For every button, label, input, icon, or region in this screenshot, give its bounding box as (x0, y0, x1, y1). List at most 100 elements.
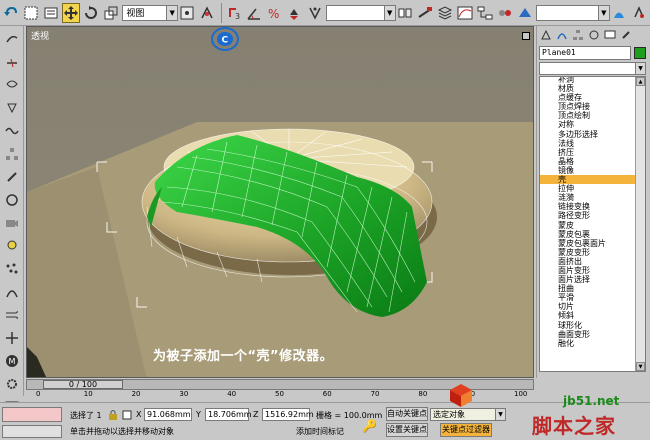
bone-icon[interactable] (3, 168, 21, 186)
modifier-list-item[interactable]: 多边形选择 (540, 130, 636, 139)
selection-lock-icon[interactable] (108, 409, 118, 421)
angle-snap-icon[interactable] (245, 3, 263, 23)
mirror-icon[interactable] (396, 3, 414, 23)
viewport-gizmo[interactable] (522, 32, 530, 40)
render-last-icon[interactable] (630, 3, 648, 23)
modifier-list-item[interactable]: 面挤出 (540, 257, 636, 266)
auto-key-button[interactable]: 自动关键点 (386, 407, 428, 421)
y-coordinate-field[interactable]: 18.706mm (205, 408, 252, 421)
gear-icon[interactable] (3, 375, 21, 393)
bind-space-warp-icon[interactable] (3, 76, 21, 94)
modifier-list-item[interactable]: 蒙皮包裹 (540, 230, 636, 239)
modifier-list-item[interactable]: 蒙皮变形 (540, 248, 636, 257)
particle-icon[interactable] (3, 260, 21, 278)
camera-icon[interactable] (3, 214, 21, 232)
modifier-list-item[interactable]: 镜像 (540, 166, 636, 175)
z-coordinate-field[interactable]: 1516.92mm (262, 408, 314, 421)
modifier-list-item[interactable]: 补洞 (540, 77, 636, 84)
modifier-list-item[interactable]: 涟漪 (540, 193, 636, 202)
wind-icon[interactable] (3, 306, 21, 324)
modifier-list-item[interactable]: 材质 (540, 84, 636, 93)
modifier-list[interactable]: 补洞 材质 点缓存 顶点焊接 顶点绘制 对称 多边形选择 法线 挤压 晶格 镜像壳拉伸 涟漪 链接变换路… (539, 76, 646, 372)
modifier-list-item[interactable]: 点缓存 (540, 93, 636, 102)
time-slider-thumb[interactable]: 0 / 100 (43, 380, 123, 389)
material-editor-icon[interactable] (496, 3, 514, 23)
shape-icon[interactable] (3, 283, 21, 301)
object-color-swatch[interactable] (634, 47, 646, 59)
utilities-icon[interactable] (3, 191, 21, 209)
perspective-viewport[interactable]: 透视 C 为被子添加一个“壳”修改器。 (26, 26, 534, 378)
modifier-list-item[interactable]: 蒙皮包裹面片 (540, 239, 636, 248)
modifier-list-item[interactable]: 晶格 (540, 157, 636, 166)
modifier-list-item[interactable]: 面片选择 (540, 275, 636, 284)
modifier-list-item[interactable]: 曲面变形 (540, 330, 636, 339)
modifier-list-item[interactable]: 对称 (540, 120, 636, 129)
unlink-icon[interactable] (3, 53, 21, 71)
modifier-list-item[interactable]: 面片变形 (540, 266, 636, 275)
layer-manager-icon[interactable] (436, 3, 454, 23)
utilities-tab-icon[interactable] (619, 28, 633, 42)
render-setup-icon[interactable] (516, 3, 534, 23)
modifier-list-item[interactable]: 倾斜 (540, 311, 636, 320)
modifier-list-item[interactable]: 法线 (540, 139, 636, 148)
link-icon[interactable] (3, 30, 21, 48)
modifier-list-item[interactable]: 球形化 (540, 321, 636, 330)
object-name-field[interactable]: Plane01 (539, 46, 631, 60)
modifier-list-item[interactable]: 顶点绘制 (540, 111, 636, 120)
create-tab-icon[interactable] (539, 28, 553, 42)
rotate-icon[interactable] (82, 3, 100, 23)
modifier-list-item[interactable]: 挤压 (540, 148, 636, 157)
motion-tab-icon[interactable] (587, 28, 601, 42)
reference-coordinate-dropdown[interactable]: 视图 ▼ (122, 4, 179, 21)
select-and-manipulate-icon[interactable] (198, 3, 216, 23)
named-selection-sets-dropdown[interactable]: ▼ (325, 4, 396, 21)
modifier-list-item[interactable]: 壳 (540, 175, 636, 185)
absolute-mode-icon[interactable] (122, 409, 132, 421)
modifier-list-item[interactable]: 路径变形 (540, 211, 636, 220)
key-icon[interactable]: 🔑 (362, 419, 377, 433)
modifier-list-scrollbar[interactable]: ▲ ▼ (635, 77, 645, 371)
light-icon[interactable] (3, 237, 21, 255)
edit-named-selection-icon[interactable] (306, 3, 324, 23)
snaps-toggle-icon[interactable]: 3 (225, 3, 243, 23)
maxscript-output-mini[interactable] (2, 425, 62, 438)
percent-snap-icon[interactable]: % (265, 3, 283, 23)
hierarchy-tab-icon[interactable] (571, 28, 585, 42)
modifier-list-item[interactable]: 顶点焊接 (540, 102, 636, 111)
key-mode-dropdown[interactable]: 选定对象 ▼ (430, 408, 506, 421)
spacewarp-icon[interactable] (3, 122, 21, 140)
helper-icon[interactable] (3, 99, 21, 117)
reactor-icon[interactable] (3, 329, 21, 347)
modifier-list-item[interactable]: 融化 (540, 339, 636, 348)
select-object-icon[interactable] (22, 3, 40, 23)
modifier-list-item[interactable]: 扭曲 (540, 284, 636, 293)
modifier-list-item[interactable]: 拉伸 (540, 184, 636, 193)
quick-render-icon[interactable] (610, 3, 628, 23)
mental-ray-icon[interactable]: M (3, 352, 21, 370)
schematic-view-icon[interactable] (476, 3, 494, 23)
hierarchy-icon[interactable] (3, 145, 21, 163)
spinner-snap-icon[interactable] (285, 3, 303, 23)
modifier-list-dropdown[interactable]: ▼ (539, 62, 646, 75)
key-filters-button[interactable]: 关键点过滤器 (440, 423, 492, 437)
modify-tab-icon[interactable] (555, 28, 569, 42)
undo-icon[interactable] (2, 3, 20, 23)
align-icon[interactable] (416, 3, 434, 23)
viewport-label[interactable]: 透视 (31, 29, 49, 42)
render-type-dropdown[interactable]: ▼ (536, 4, 610, 21)
modifier-list-item[interactable]: 蒙皮 (540, 221, 636, 230)
add-time-tag-label[interactable]: 添加时间标记 (296, 426, 344, 437)
display-tab-icon[interactable] (603, 28, 617, 42)
scroll-up-icon[interactable]: ▲ (636, 77, 645, 86)
scale-icon[interactable] (102, 3, 120, 23)
select-and-move-icon[interactable] (62, 2, 81, 23)
maxscript-listener-mini[interactable] (2, 407, 62, 422)
curve-editor-icon[interactable] (456, 3, 474, 23)
modifier-list-item[interactable]: 切片 (540, 302, 636, 311)
pivot-center-icon[interactable] (178, 3, 196, 23)
x-coordinate-field[interactable]: 91.068mm (144, 408, 192, 421)
set-key-button[interactable]: 设置关键点 (386, 423, 428, 437)
modifier-list-item[interactable]: 平滑 (540, 293, 636, 302)
scroll-down-icon[interactable]: ▼ (636, 362, 645, 371)
select-by-name-icon[interactable] (42, 3, 60, 23)
